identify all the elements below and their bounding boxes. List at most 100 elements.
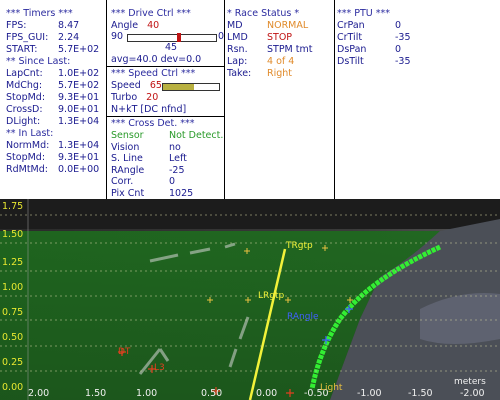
since-row-label: CrossD: — [6, 104, 43, 115]
turbo-label: Turbo — [111, 92, 138, 103]
ptu-row-label: DsPan — [337, 44, 367, 55]
race-row-value: 4 of 4 — [267, 56, 295, 67]
race-row: Take: Right — [227, 68, 292, 80]
cross-row-label: Vision — [111, 141, 140, 153]
turbo-value: 20 — [146, 92, 159, 103]
y-axis-label: 1.50 — [2, 229, 24, 240]
inlast-row-label: NormMd: — [6, 140, 50, 151]
ptu-row: DsPan 0 — [337, 44, 401, 56]
cross-row-value: Not Detect. — [169, 130, 224, 141]
race-row-label: MD — [227, 20, 243, 31]
y-axis-label: 1.25 — [2, 257, 24, 268]
marker-lt: DT — [118, 347, 131, 357]
since-row: DLight: 1.3E+04 — [6, 116, 99, 128]
speed-bar — [162, 83, 220, 91]
turbo-row: Turbo 20 — [111, 92, 158, 104]
x-axis-label: -2.00 — [460, 388, 485, 399]
y-axis-label: 0.25 — [2, 357, 24, 368]
nkt-text: N+kT [DC nfnd] — [111, 104, 187, 115]
ptu-row-value: 0 — [395, 44, 402, 55]
timer-row-value: 2.24 — [58, 32, 80, 43]
camera-view[interactable]: 1.75 1.50 1.25 1.00 0.75 0.50 0.25 0.00 2.00 1.5… — [0, 199, 500, 400]
cross-row-value: 1025 — [169, 187, 194, 199]
inlast-row-label: RdMtMd: — [6, 164, 48, 175]
speed-header: *** Speed Ctrl *** — [111, 68, 196, 79]
speed-row: Speed 65 — [111, 80, 162, 92]
x-axis-unit: meters — [454, 377, 486, 387]
since-row-value: 5.7E+02 — [58, 80, 100, 91]
race-row: Lap: 4 of 4 — [227, 56, 294, 68]
speed-label: Speed — [111, 80, 141, 91]
since-row-label: DLight: — [6, 116, 41, 127]
race-row-label: Lap: — [227, 56, 248, 67]
x-axis-label: 1.00 — [136, 388, 158, 399]
angle-value: 40 — [147, 20, 160, 31]
angle-slider[interactable] — [127, 33, 217, 42]
inlast-row-label: StopMd: — [6, 152, 46, 163]
cross-row-value: -25 — [169, 164, 185, 176]
in-last-header: ** In Last: — [6, 128, 54, 139]
inlast-row: StopMd: 9.3E+01 — [6, 152, 99, 164]
ptu-row: CrPan 0 — [337, 20, 401, 32]
since-row-label: StopMd: — [6, 92, 46, 103]
x-axis-label: 1.50 — [85, 388, 107, 399]
timer-row-label: START: — [6, 44, 38, 55]
since-row-label: LapCnt: — [6, 68, 43, 79]
y-axis-label: 1.00 — [2, 282, 24, 293]
since-row: LapCnt: 1.0E+02 — [6, 68, 99, 80]
marker-rangle: RAngle — [287, 312, 319, 322]
cross-row-label: S. Line — [111, 153, 143, 164]
since-row-value: 1.3E+04 — [58, 116, 100, 127]
timers-panel: *** Timers *** FPS: 8.47 FPS_GUI: 2.24 START… — [0, 0, 107, 199]
since-row-value: 1.0E+02 — [58, 68, 100, 79]
since-row: CrossD: 9.0E+01 — [6, 104, 99, 116]
timer-row: FPS: 8.47 — [6, 20, 79, 32]
ptu-row-label: CrTilt — [337, 32, 363, 43]
race-row-value: Right — [267, 68, 293, 79]
ptu-row: CrTilt -35 — [337, 32, 411, 44]
ptu-row-value: -35 — [395, 32, 411, 43]
race-row-label: Take: — [227, 68, 252, 79]
avg-dev: avg=40.0 dev=0.0 — [111, 54, 202, 65]
cross-row-value: no — [169, 141, 181, 153]
cross-row-label: Pix Cnt — [111, 187, 145, 199]
cross-row: Vision no — [111, 141, 181, 154]
timer-row-value: 8.47 — [58, 20, 80, 31]
speed-bar-fill — [163, 84, 194, 90]
cross-header: *** Cross Det. *** — [111, 118, 195, 129]
inlast-row: NormMd: 1.3E+04 — [6, 140, 99, 152]
ptu-row: DsTilt -35 — [337, 56, 411, 68]
timer-row: START: 5.7E+02 — [6, 44, 99, 56]
slider-mid: 45 — [165, 42, 178, 53]
x-axis-label: 0.50 — [201, 388, 223, 399]
inlast-row-value: 0.0E+00 — [58, 164, 100, 175]
marker-tr: TRgtp — [286, 241, 313, 251]
cross-row: RAngle -25 — [111, 165, 185, 177]
angle-slider-handle[interactable] — [177, 33, 182, 42]
race-row-value: STPM tmt — [267, 44, 313, 55]
ptu-header: *** PTU *** — [337, 8, 391, 19]
cross-row-label: Sensor — [111, 130, 144, 141]
timer-row-label: FPS: — [6, 20, 27, 31]
since-row-value: 9.3E+01 — [58, 92, 100, 103]
timer-row-value: 5.7E+02 — [58, 44, 100, 55]
since-row-label: MdChg: — [6, 80, 43, 91]
cross-row-value: 0 — [169, 176, 176, 187]
angle-label: Angle — [111, 20, 139, 31]
y-axis-label: 0.75 — [2, 307, 24, 318]
race-row-value: NORMAL — [267, 20, 309, 31]
ptu-row-label: DsTilt — [337, 56, 364, 67]
inlast-row: RdMtMd: 0.0E+00 — [6, 164, 99, 176]
y-axis-label: 1.75 — [2, 201, 24, 212]
ptu-panel: *** PTU *** CrPan 0 CrTilt -35 DsPan 0 DsTilt -… — [335, 0, 500, 199]
drive-header: *** Drive Ctrl *** — [111, 8, 191, 19]
cross-row-label: Corr. — [111, 176, 134, 187]
inlast-row-value: 1.3E+04 — [58, 140, 100, 151]
x-axis-label: -1.00 — [357, 388, 382, 399]
ptu-row-label: CrPan — [337, 20, 365, 31]
y-axis-label: 0.00 — [2, 382, 24, 393]
cross-row-value: Left — [169, 153, 187, 164]
timers-header: *** Timers *** — [6, 8, 73, 19]
since-row: StopMd: 9.3E+01 — [6, 92, 99, 104]
y-axis-label: 0.50 — [2, 332, 24, 343]
